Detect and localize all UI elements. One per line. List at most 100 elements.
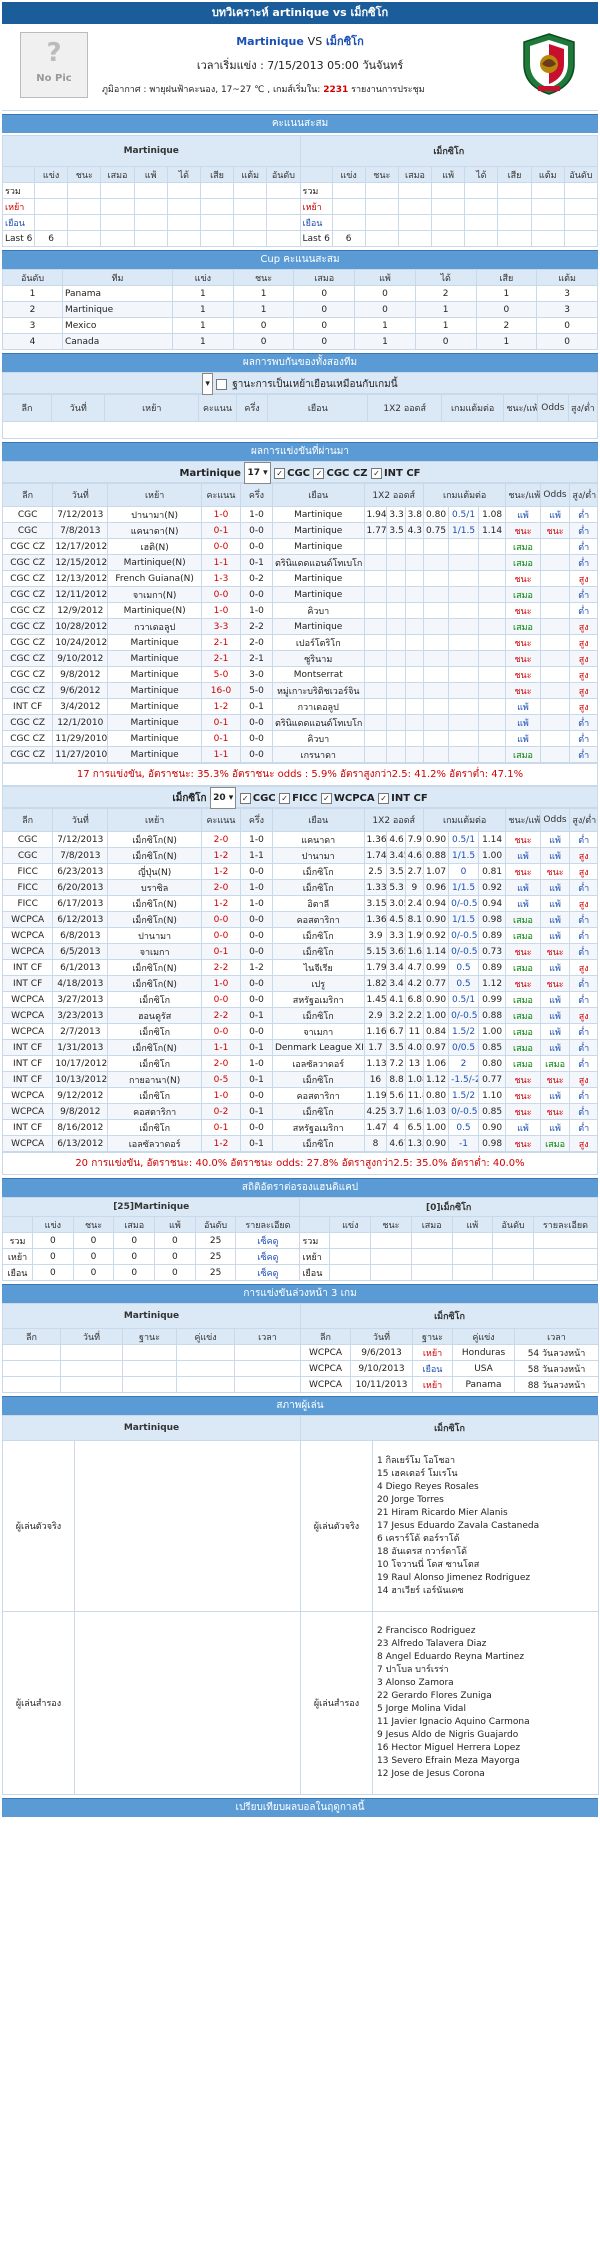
score-link[interactable]: 0-5 [201,1071,241,1088]
team-link[interactable]: Montserrat [271,666,365,683]
filter-checkbox[interactable]: ✓ [320,792,332,804]
home-team-name[interactable]: Martinique [236,35,304,48]
score-link[interactable]: 1-1 [201,746,241,763]
team-link[interactable]: หมู่เกาะบริติชเวอร์จิน [271,682,365,699]
score-link[interactable]: 1-2 [201,698,241,715]
team-link[interactable]: Martinique(N) [107,554,203,571]
player-name[interactable]: 6 เคราร์โด้ ตอร์ราโด้ [377,1533,594,1546]
score-link[interactable]: 1-0 [201,1087,241,1104]
team-link[interactable]: เอลซัลวาดอร์ [271,1055,365,1072]
player-name[interactable]: 4 Diego Reyes Rosales [377,1481,594,1494]
score-link[interactable]: 2-2 [201,1007,241,1024]
team-link[interactable]: Martinique [107,634,203,651]
team-link[interactable]: เม็กซิโก(N) [107,895,203,912]
team-link[interactable]: สหรัฐอเมริกา [271,991,365,1008]
team-link[interactable]: คิวบา [271,602,365,619]
player-name[interactable]: 21 Hiram Ricardo Mier Alanis [377,1507,594,1520]
team-link[interactable]: Martinique [107,698,203,715]
team-link[interactable]: เม็กซิโก [271,1007,365,1024]
player-name[interactable]: 7 ปาโบล บาร์เรร่า [377,1664,594,1677]
score-link[interactable]: 0-0 [201,586,241,603]
team-link[interactable]: Canada [62,333,173,350]
player-name[interactable]: 20 Jorge Torres [377,1494,594,1507]
team-link[interactable]: จาเมกา [271,1023,365,1040]
score-link[interactable]: 1-1 [201,554,241,571]
team-link[interactable]: Denmark League XI [271,1039,365,1056]
team-link[interactable]: Martinique [107,730,203,747]
team-link[interactable]: เม็กซิโก(N) [107,911,203,928]
score-link[interactable]: 0-0 [201,927,241,944]
team-link[interactable]: ปานามา(N) [107,506,203,523]
player-name[interactable]: 10 โจวานนี่ โดส ซานโตส [377,1559,594,1572]
team-link[interactable]: กวาเดอลูป [271,698,365,715]
player-name[interactable]: 13 Severo Efrain Meza Mayorga [377,1755,594,1768]
team-link[interactable]: เม็กซิโก [271,1135,365,1152]
score-link[interactable]: 0-0 [201,911,241,928]
player-name[interactable]: 14 ฮาเวียร์ เอร์นันเดซ [377,1585,594,1598]
player-name[interactable]: 23 Alfredo Talavera Diaz [377,1638,594,1651]
player-name[interactable]: 9 Jesus Aldo de Nigris Guajardo [377,1729,594,1742]
team-link[interactable]: Martinique [107,666,203,683]
team-link[interactable]: เม็กซิโก [107,1087,203,1104]
score-link[interactable]: 16-0 [201,682,241,699]
team-link[interactable]: เม็กซิโก(N) [107,975,203,992]
team-link[interactable]: เม็กซิโก [271,943,365,960]
same-venue-checkbox[interactable] [216,378,228,390]
team-link[interactable]: เม็กซิโก [271,1071,365,1088]
player-name[interactable]: 3 Alonso Zamora [377,1677,594,1690]
score-link[interactable]: 0-1 [201,1119,241,1136]
filter-checkbox[interactable]: ✓ [313,467,325,479]
team-link[interactable]: French Guiana(N) [107,570,203,587]
player-name[interactable]: 15 เฮคเตอร์ โมเรโน [377,1468,594,1481]
player-name[interactable]: 16 Hector Miguel Herrera Lopez [377,1742,594,1755]
score-link[interactable]: 1-0 [201,975,241,992]
team-link[interactable]: เปรู [271,975,365,992]
team-link[interactable]: เม็กซิโก(N) [107,959,203,976]
team-link[interactable]: เอลซัลวาดอร์ [107,1135,203,1152]
team-link[interactable]: เม็กซิโก [271,927,365,944]
away-team-name[interactable]: เม็กซิโก [326,35,364,48]
player-name[interactable]: 5 Jorge Molina Vidal [377,1703,594,1716]
score-link[interactable]: 0-1 [201,522,241,539]
score-link[interactable]: 0-0 [201,538,241,555]
score-link[interactable]: 1-2 [201,863,241,880]
filter-checkbox[interactable]: ✓ [370,467,382,479]
team-link[interactable]: Honduras [452,1344,515,1361]
score-link[interactable]: 1-2 [201,895,241,912]
team-link[interactable]: Martinique [107,714,203,731]
away-recent-count-select[interactable]: 20 ▾ [210,787,237,809]
team-link[interactable]: ญี่ปุ่น(N) [107,863,203,880]
team-link[interactable]: แคนาดา [271,831,365,848]
player-name[interactable]: 8 Angel Eduardo Reyna Martinez [377,1651,594,1664]
team-link[interactable]: เม็กซิโก [271,879,365,896]
team-link[interactable]: อิตาลี [271,895,365,912]
player-name[interactable]: 2 Francisco Rodriguez [377,1625,594,1638]
player-name[interactable]: 18 อันเดรส กวาร์ดาโด้ [377,1546,594,1559]
team-link[interactable]: คอสตาริกา [271,1087,365,1104]
team-link[interactable]: เม็กซิโก(N) [107,831,203,848]
score-link[interactable]: 0-2 [201,1103,241,1120]
team-link[interactable]: USA [452,1360,515,1377]
team-link[interactable]: เม็กซิโก [107,1023,203,1040]
score-link[interactable]: 3-3 [201,618,241,635]
score-link[interactable]: 2-0 [201,1055,241,1072]
team-link[interactable]: Martinique [271,586,365,603]
filter-checkbox[interactable]: ✓ [239,792,251,804]
team-link[interactable]: Mexico [62,317,173,334]
score-link[interactable]: 0-1 [201,943,241,960]
team-link[interactable]: เม็กซิโก [271,1103,365,1120]
score-link[interactable]: 5-0 [201,666,241,683]
score-link[interactable]: 1-1 [201,1039,241,1056]
team-link[interactable]: ซูรินาม [271,650,365,667]
h2h-count-select[interactable]: ▾ [202,373,213,395]
score-link[interactable]: 2-2 [201,959,241,976]
home-recent-count-select[interactable]: 17 ▾ [244,462,271,484]
score-link[interactable]: 1-0 [201,602,241,619]
team-link[interactable]: จาเมกา(N) [107,586,203,603]
team-link[interactable]: Martinique(N) [107,602,203,619]
score-link[interactable]: 0-0 [201,991,241,1008]
team-link[interactable]: เม็กซิโก [107,1055,203,1072]
team-link[interactable]: จาเมกา [107,943,203,960]
team-link[interactable]: Martinique [271,570,365,587]
team-link[interactable]: ไนจีเรีย [271,959,365,976]
